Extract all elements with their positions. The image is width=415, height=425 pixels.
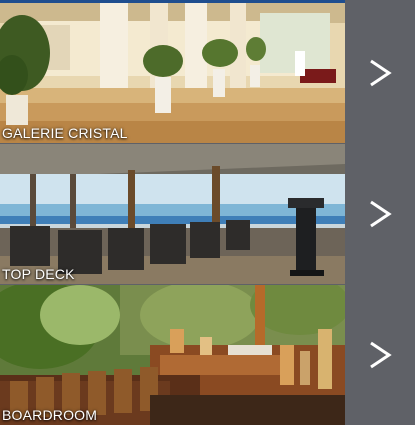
venue-label: BOARDROOM	[2, 407, 98, 423]
venue-item-top-deck[interactable]: TOP DECK	[0, 144, 415, 284]
venue-label: TOP DECK	[2, 266, 75, 282]
venue-photo-top-deck	[0, 144, 345, 284]
venue-item-boardroom[interactable]: BOARDROOM	[0, 285, 415, 425]
venue-photo-galerie-cristal	[0, 3, 345, 143]
venue-list: GALERIE CRISTAL TOP DECK BOARDROOM	[0, 3, 415, 425]
chevron-right-icon	[370, 200, 392, 228]
venue-item-galerie-cristal[interactable]: GALERIE CRISTAL	[0, 3, 415, 143]
chevron-button[interactable]	[345, 3, 415, 143]
venue-photo-boardroom	[0, 285, 345, 425]
chevron-button[interactable]	[345, 285, 415, 425]
chevron-button[interactable]	[345, 144, 415, 284]
venue-label: GALERIE CRISTAL	[2, 125, 128, 141]
chevron-right-icon	[370, 341, 392, 369]
chevron-right-icon	[370, 59, 392, 87]
